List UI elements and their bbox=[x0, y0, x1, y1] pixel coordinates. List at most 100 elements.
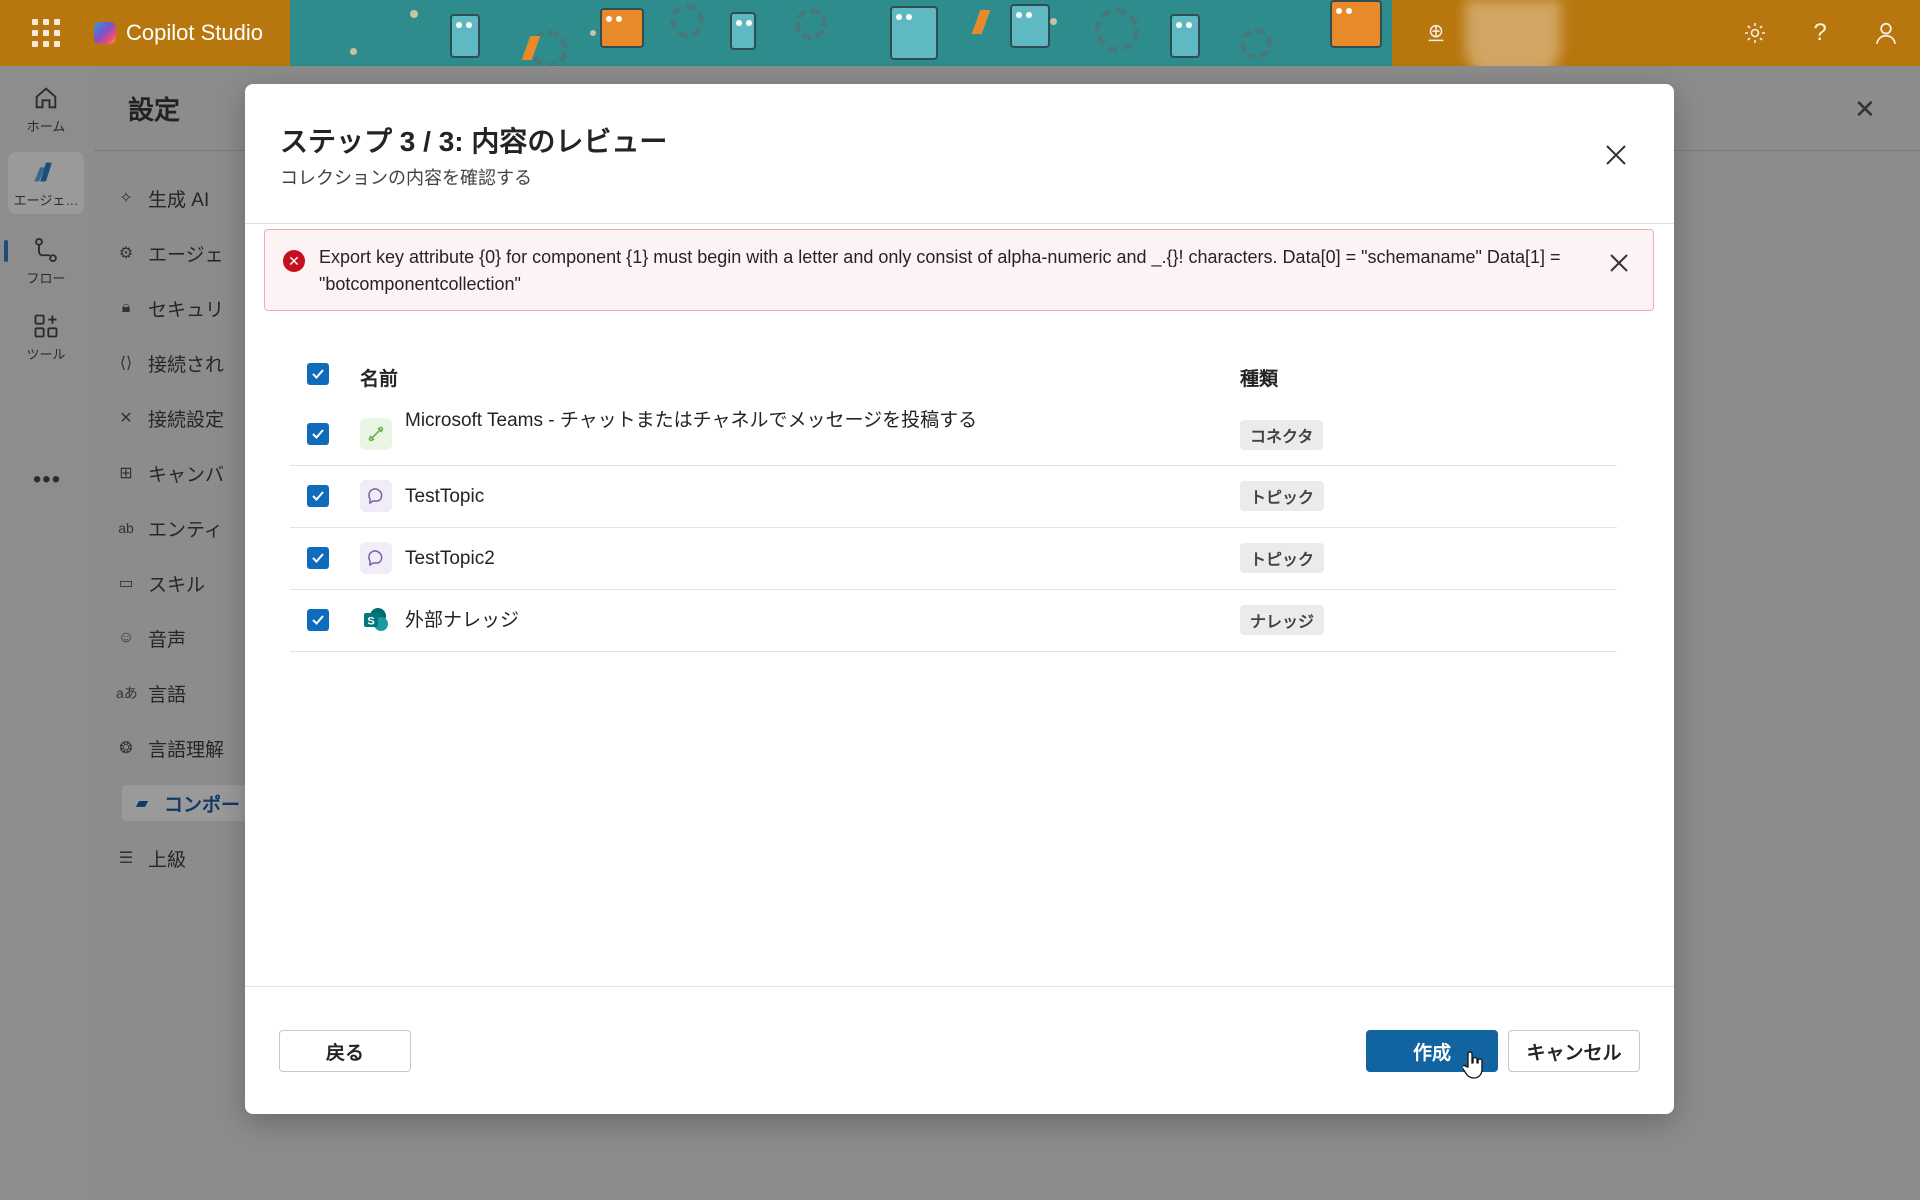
table-row[interactable]: S 外部ナレッジ ナレッジ bbox=[290, 590, 1617, 652]
error-dismiss-icon[interactable] bbox=[1610, 248, 1628, 279]
brand[interactable]: Copilot Studio bbox=[94, 0, 290, 66]
svg-text:S: S bbox=[367, 616, 374, 628]
nav-item-connected[interactable]: ⟨⟩ 接続され bbox=[116, 345, 224, 381]
error-message-bar: ✕ Export key attribute {0} for component… bbox=[264, 229, 1654, 311]
nav-item-skills[interactable]: ▭ スキル bbox=[116, 565, 205, 601]
nav-item-label: セキュリ bbox=[148, 299, 225, 321]
more-options-icon[interactable]: ••• bbox=[0, 466, 94, 494]
nav-item-language-understanding[interactable]: ❂ 言語理解 bbox=[116, 730, 224, 766]
table-row[interactable]: TestTopic トピック bbox=[290, 466, 1617, 528]
briefcase-icon: ▭ bbox=[118, 575, 134, 592]
rail-item-label: ホーム bbox=[26, 118, 66, 134]
nav-item-label: コンポー bbox=[164, 794, 241, 816]
column-header-name[interactable]: 名前 bbox=[360, 364, 398, 391]
nav-item-entities[interactable]: ab エンティ bbox=[116, 510, 223, 546]
voice-icon: ☺ bbox=[117, 629, 135, 646]
profile-icon[interactable] bbox=[1873, 20, 1899, 46]
type-badge: コネクタ bbox=[1240, 420, 1324, 450]
brain-icon: ❂ bbox=[119, 740, 133, 757]
select-all-checkbox[interactable] bbox=[307, 363, 329, 385]
nav-item-label: 音声 bbox=[148, 629, 187, 651]
grid-icon: ⊞ bbox=[119, 465, 133, 482]
nav-item-label: 接続され bbox=[148, 354, 225, 376]
rail-item-label: フロー bbox=[26, 270, 66, 286]
error-icon: ✕ bbox=[283, 250, 305, 272]
error-message-text: Export key attribute {0} for component {… bbox=[319, 247, 1561, 294]
nav-item-agent[interactable]: ⚙ エージェ bbox=[116, 235, 224, 271]
nav-item-label: 生成 AI bbox=[148, 189, 210, 211]
rail-item-label: ツール bbox=[26, 346, 66, 362]
dialog-close-icon[interactable] bbox=[1601, 140, 1631, 170]
row-name: TestTopic2 bbox=[405, 548, 495, 569]
copilot-studio-logo-icon bbox=[94, 22, 116, 44]
network-icon: ✕ bbox=[119, 410, 133, 427]
top-header: Copilot Studio ? bbox=[0, 0, 1920, 66]
connection-icon: ⟨⟩ bbox=[119, 355, 133, 372]
nav-item-connection-settings[interactable]: ✕ 接続設定 bbox=[116, 400, 224, 436]
row-checkbox[interactable] bbox=[307, 547, 329, 569]
table-row[interactable]: Microsoft Teams - チャットまたはチャネルでメッセージを投稿する… bbox=[290, 404, 1617, 466]
component-icon: ▰ bbox=[135, 795, 149, 812]
flow-icon bbox=[35, 237, 57, 262]
review-dialog: ステップ 3 / 3: 内容のレビュー コレクションの内容を確認する ✕ Exp… bbox=[245, 84, 1674, 1114]
rail-item-label: エージェ… bbox=[13, 192, 79, 208]
home-icon bbox=[35, 86, 57, 108]
sharepoint-icon: S bbox=[360, 604, 392, 636]
page-title: 設定 bbox=[128, 95, 181, 125]
divider bbox=[245, 986, 1674, 987]
rail-item-agents[interactable]: エージェ… bbox=[8, 152, 84, 214]
left-rail: ホーム エージェ… フロー ツール ••• bbox=[0, 66, 94, 1200]
waffle-icon bbox=[32, 19, 60, 47]
nav-item-canvas[interactable]: ⊞ キャンバ bbox=[116, 455, 224, 491]
environment-icon[interactable] bbox=[1423, 20, 1449, 46]
tools-icon bbox=[34, 314, 58, 337]
nav-item-security[interactable]: 🔒︎ セキュリ bbox=[116, 290, 224, 326]
nav-item-label: 上級 bbox=[148, 849, 187, 871]
dialog-subtitle: コレクションの内容を確認する bbox=[280, 168, 532, 188]
row-name: 外部ナレッジ bbox=[405, 610, 520, 631]
topic-icon bbox=[360, 480, 392, 512]
nav-item-label: 接続設定 bbox=[148, 409, 225, 431]
nav-item-label: キャンバ bbox=[148, 464, 225, 486]
nav-item-language[interactable]: aあ 言語 bbox=[116, 675, 186, 711]
app-title: Copilot Studio bbox=[126, 20, 263, 45]
back-button[interactable]: 戻る bbox=[279, 1030, 411, 1072]
row-checkbox[interactable] bbox=[307, 485, 329, 507]
table-row[interactable]: TestTopic2 トピック bbox=[290, 528, 1617, 590]
help-icon[interactable]: ? bbox=[1807, 19, 1833, 46]
nav-item-voice[interactable]: ☺ 音声 bbox=[116, 620, 186, 656]
app-launcher-button[interactable] bbox=[0, 0, 92, 66]
settings-close-icon[interactable]: ✕ bbox=[1854, 94, 1876, 125]
nav-item-label: エンティ bbox=[148, 519, 223, 541]
type-badge: ナレッジ bbox=[1240, 605, 1325, 635]
gear-icon: ⚙ bbox=[118, 245, 134, 262]
type-badge: トピック bbox=[1240, 481, 1325, 511]
sliders-icon: ☰ bbox=[118, 850, 134, 867]
nav-item-label: スキル bbox=[148, 574, 206, 596]
hand-cursor-icon bbox=[1463, 1051, 1483, 1079]
lock-icon: 🔒︎ bbox=[121, 299, 131, 316]
row-checkbox[interactable] bbox=[307, 609, 329, 631]
nav-item-label: 言語 bbox=[148, 684, 187, 706]
cancel-button[interactable]: キャンセル bbox=[1508, 1030, 1640, 1072]
type-badge: トピック bbox=[1240, 543, 1325, 573]
column-header-type[interactable]: 種類 bbox=[1240, 364, 1278, 391]
nav-item-label: 言語理解 bbox=[148, 739, 225, 761]
divider bbox=[245, 223, 1674, 224]
dialog-title: ステップ 3 / 3: 内容のレビュー bbox=[280, 126, 668, 157]
language-icon: aあ bbox=[116, 685, 138, 701]
nav-item-generative-ai[interactable]: ✧ 生成 AI bbox=[116, 180, 209, 216]
row-checkbox[interactable] bbox=[307, 423, 329, 445]
row-name: Microsoft Teams - チャットまたはチャネルでメッセージを投稿する bbox=[405, 410, 978, 431]
row-name: TestTopic bbox=[405, 486, 485, 507]
settings-gear-icon[interactable] bbox=[1742, 20, 1768, 46]
rail-item-home[interactable]: ホーム bbox=[8, 78, 84, 140]
rail-item-flow[interactable]: フロー bbox=[8, 230, 84, 292]
topic-icon bbox=[360, 542, 392, 574]
environment-avatar bbox=[1465, 0, 1561, 66]
sparkle-icon: ✧ bbox=[119, 190, 133, 207]
content-table: 名前 種類 Microsoft Teams - チャットまたはチャネルでメッセー… bbox=[290, 354, 1617, 652]
table-header: 名前 種類 bbox=[290, 354, 1617, 404]
nav-item-advanced[interactable]: ☰ 上級 bbox=[116, 840, 186, 876]
rail-item-tools[interactable]: ツール bbox=[8, 306, 84, 368]
